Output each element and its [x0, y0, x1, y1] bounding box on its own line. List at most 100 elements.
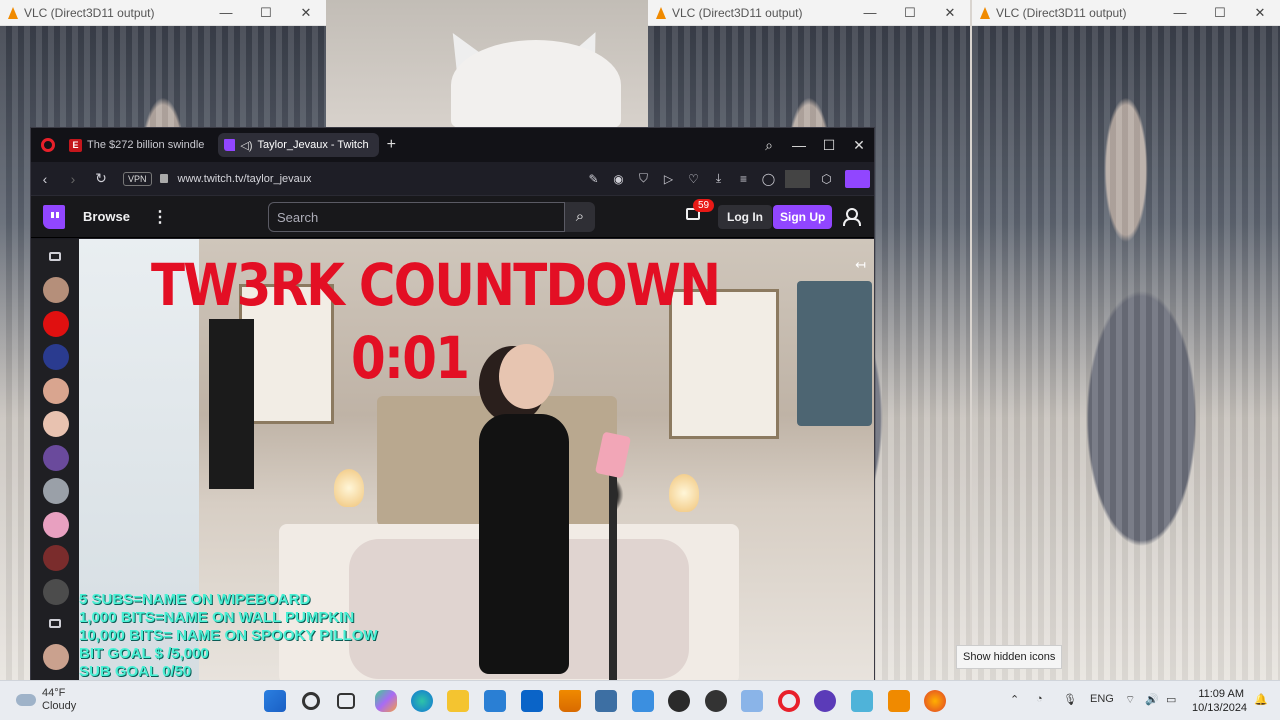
collapse-chat-icon[interactable]: ↤ [855, 257, 866, 273]
firefox-icon[interactable] [924, 690, 946, 712]
channel-avatar[interactable] [43, 311, 69, 337]
extensions-icon[interactable]: ⬡ [814, 172, 839, 186]
menu-icon[interactable]: ≡ [731, 172, 756, 186]
camera-icon[interactable]: ◉ [606, 172, 631, 186]
obs-icon[interactable] [668, 690, 690, 712]
more-options-icon[interactable]: ⋮ [152, 207, 168, 227]
opera-icon[interactable] [41, 138, 55, 152]
close-button[interactable]: ✕ [1240, 5, 1280, 21]
volume-icon[interactable]: 🔊 [1145, 693, 1159, 706]
notification-bell-icon[interactable]: 🔔 [1254, 693, 1268, 706]
twitch-logo-icon[interactable] [43, 204, 65, 229]
outlook-icon[interactable] [521, 690, 543, 712]
tab-label: Taylor_Jevaux - Twitch [257, 139, 369, 151]
edit-icon[interactable]: ✎ [581, 172, 606, 186]
search-input[interactable]: Search [268, 202, 565, 232]
copilot-icon[interactable] [375, 690, 397, 712]
minimize-button[interactable]: — [206, 5, 246, 21]
show-hidden-icons-icon[interactable]: ⌃ [1010, 693, 1019, 706]
download-icon[interactable]: ⤓ [706, 171, 731, 186]
browse-link[interactable]: Browse [83, 209, 130, 224]
tab-swindle[interactable]: E The $272 billion swindle [63, 133, 214, 157]
profile-icon[interactable]: ◯ [756, 172, 781, 186]
network-app-icon[interactable] [595, 690, 617, 712]
forward-icon[interactable]: › [59, 171, 87, 187]
tooltip: Show hidden icons [956, 645, 1063, 669]
vlc-title: VLC (Direct3D11 output) [996, 5, 1127, 20]
vlc-video [972, 26, 1280, 680]
app-icon[interactable] [888, 690, 910, 712]
minimize-button[interactable]: — [850, 5, 890, 21]
app-icon[interactable] [851, 690, 873, 712]
twitch-content: TW3RK COUNTDOWN 0:01 ↤ 5 SUBS=NAME ON WI… [31, 239, 874, 680]
maximize-button[interactable]: ☐ [246, 5, 286, 21]
app-icon[interactable] [814, 690, 836, 712]
vlc-titlebar[interactable]: VLC (Direct3D11 output) — ☐ ✕ [972, 0, 1280, 26]
new-tab-button[interactable]: + [387, 136, 396, 154]
app-tray-icon[interactable]: ◔ [1036, 693, 1043, 705]
photos-icon[interactable] [632, 690, 654, 712]
language-indicator[interactable]: ENG [1090, 693, 1114, 705]
channel-avatar[interactable] [43, 344, 69, 370]
notification-badge: 59 [693, 199, 715, 212]
browser-window[interactable]: E The $272 billion swindle ◁) Taylor_Jev… [30, 127, 875, 680]
minimize-button[interactable]: — [784, 137, 814, 153]
play-icon[interactable]: ▷ [656, 172, 681, 186]
task-view-icon[interactable] [337, 693, 355, 709]
wifi-icon[interactable]: ⌔ [1125, 693, 1135, 707]
clock[interactable]: 11:09 AM 10/13/2024 [1192, 687, 1247, 715]
user-icon[interactable] [843, 208, 861, 226]
search-button[interactable]: ⌕ [565, 202, 595, 232]
vlc-icon[interactable] [559, 690, 581, 712]
lock-icon[interactable] [159, 174, 168, 183]
speaker-icon[interactable]: ◁) [240, 139, 252, 152]
microphone-icon[interactable]: 🎙 [1063, 693, 1077, 706]
maximize-button[interactable]: ☐ [1200, 5, 1240, 21]
maximize-button[interactable]: ☐ [814, 137, 844, 154]
channel-avatar[interactable] [43, 277, 69, 303]
video-player[interactable]: TW3RK COUNTDOWN 0:01 ↤ 5 SUBS=NAME ON WI… [79, 239, 874, 680]
channel-avatar[interactable] [43, 644, 69, 670]
vlc-titlebar[interactable]: VLC (Direct3D11 output) — ☐ ✕ [0, 0, 326, 26]
channel-avatar[interactable] [43, 378, 69, 404]
close-button[interactable]: ✕ [844, 137, 874, 154]
back-icon[interactable]: ‹ [31, 171, 59, 187]
channel-avatar[interactable] [43, 445, 69, 471]
twitch-header: Browse ⋮ Search ⌕ 59 Log In Sign Up [31, 196, 874, 238]
search-tabs-icon[interactable]: ⌕ [754, 137, 784, 154]
goal-line: SUB GOAL 0/50 [79, 663, 192, 680]
battery-icon[interactable]: ▭ [1166, 693, 1176, 706]
start-icon[interactable] [264, 690, 286, 712]
heart-icon[interactable]: ♡ [681, 172, 706, 186]
signup-button[interactable]: Sign Up [773, 205, 833, 229]
edge-icon[interactable] [411, 690, 433, 712]
file-explorer-icon[interactable] [447, 690, 469, 712]
tv [797, 281, 872, 426]
url-field[interactable]: www.twitch.tv/taylor_jevaux [178, 173, 312, 185]
store-icon[interactable] [484, 690, 506, 712]
taskbar: 44°F Cloudy ⌃ ◔ 🎙 ENG ⌔ 🔊 ▭ 11:09 AM 10/… [0, 680, 1280, 720]
twitch-favicon-icon [224, 139, 236, 151]
tab-twitch[interactable]: ◁) Taylor_Jevaux - Twitch [218, 133, 379, 157]
maximize-button[interactable]: ☐ [890, 5, 930, 21]
channel-avatar[interactable] [43, 512, 69, 538]
channel-avatar[interactable] [43, 579, 69, 605]
channel-avatar[interactable] [43, 478, 69, 504]
opera-taskbar-icon[interactable] [778, 690, 800, 712]
vpn-badge[interactable]: VPN [123, 171, 152, 186]
close-button[interactable]: ✕ [286, 5, 326, 21]
channel-avatar[interactable] [43, 545, 69, 571]
media-player-icon[interactable] [705, 690, 727, 712]
notepad-icon[interactable] [741, 690, 763, 712]
minimize-button[interactable]: — [1160, 5, 1200, 21]
channel-avatar[interactable] [43, 411, 69, 437]
vlc-window-3[interactable]: VLC (Direct3D11 output) — ☐ ✕ [972, 0, 1280, 680]
goal-line: 1,000 BITS=NAME ON WALL PUMPKIN [79, 609, 355, 626]
shield-icon[interactable]: ⛉ [631, 171, 656, 186]
weather-widget[interactable]: 44°F Cloudy [16, 687, 76, 713]
close-button[interactable]: ✕ [930, 5, 970, 21]
reload-icon[interactable]: ↻ [87, 170, 115, 187]
vlc-titlebar[interactable]: VLC (Direct3D11 output) — ☐ ✕ [648, 0, 970, 26]
login-button[interactable]: Log In [718, 205, 772, 229]
search-icon[interactable] [302, 692, 320, 710]
